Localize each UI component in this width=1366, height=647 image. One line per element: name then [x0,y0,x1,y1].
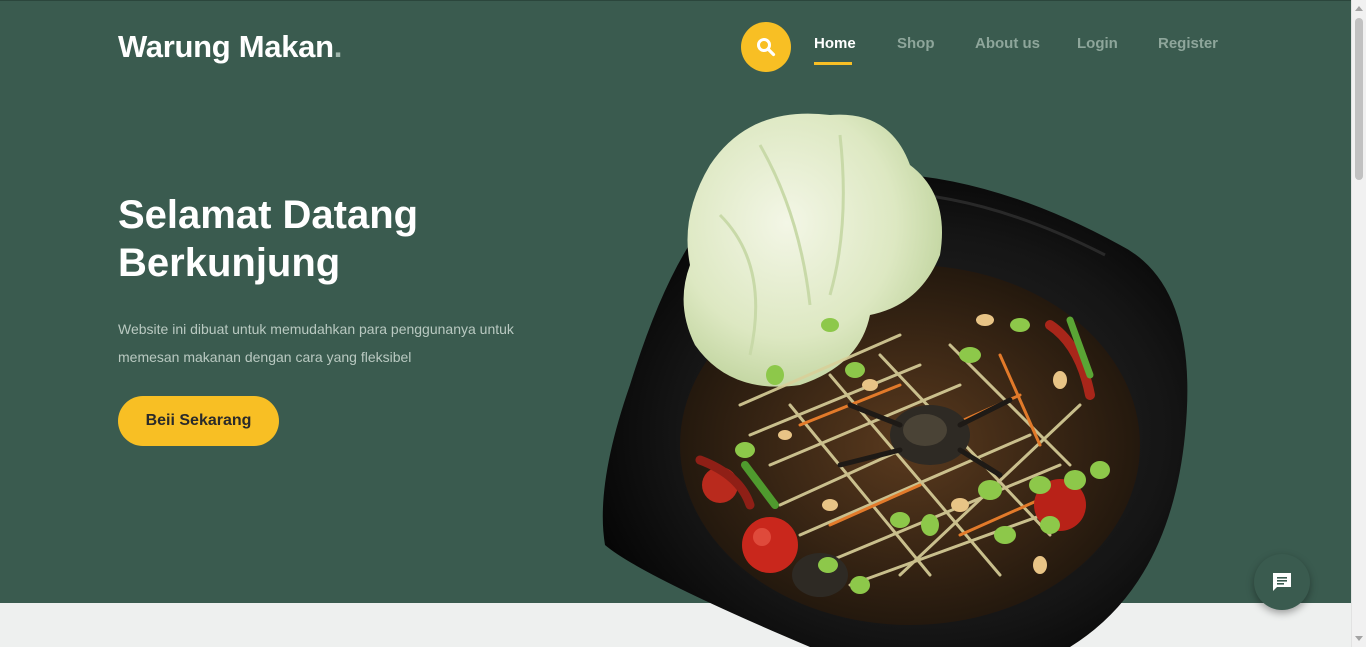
hero-title-line2: Berkunjung [118,241,341,285]
nav-active-indicator [814,62,852,65]
nav-register[interactable]: Register [1158,35,1218,52]
search-button[interactable] [741,22,791,72]
nav-home[interactable]: Home [814,35,856,65]
chat-button[interactable] [1254,554,1310,610]
nav-about-us[interactable]: About us [975,35,1040,52]
hero-description: Website ini dibuat untuk memudahkan para… [118,321,514,365]
scroll-up-arrow-icon[interactable] [1355,6,1363,11]
scroll-thumb[interactable] [1355,18,1363,180]
nav-login[interactable]: Login [1077,35,1118,52]
nav-shop[interactable]: Shop [897,35,935,52]
chat-icon [1273,573,1291,591]
buy-now-button[interactable]: Beii Sekarang [118,396,279,446]
page-scrollbar[interactable] [1351,0,1366,647]
hero-title: Selamat Datang Berkunjung [118,191,538,287]
hero-title-line1: Selamat Datang [118,193,419,237]
scroll-down-arrow-icon[interactable] [1355,636,1363,641]
hero-food-image [600,105,1200,647]
search-icon [757,38,776,57]
brand-logo[interactable]: Warung Makan. [118,29,342,65]
